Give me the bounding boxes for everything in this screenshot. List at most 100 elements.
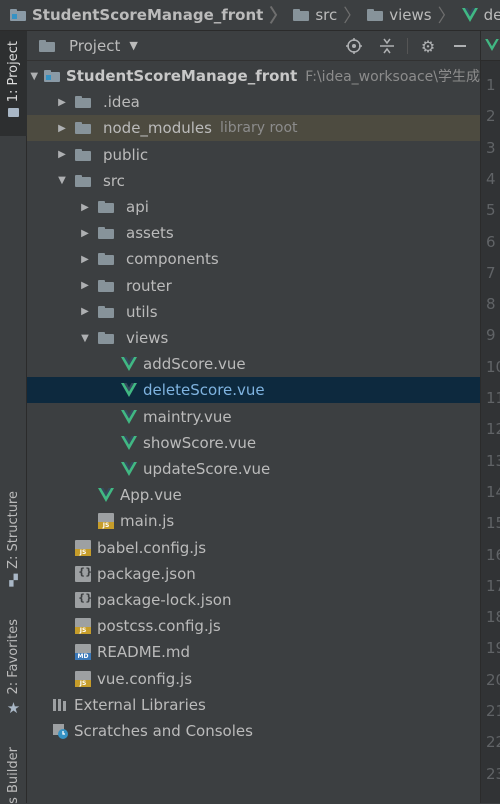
tree-row[interactable]: App.vue: [27, 482, 480, 508]
tree-row[interactable]: External Libraries: [27, 692, 480, 718]
tree-row[interactable]: package-lock.json: [27, 587, 480, 613]
tool-tab-structure[interactable]: Z: Structure ▞: [0, 491, 27, 587]
tree-row[interactable]: ▼ src: [27, 168, 480, 194]
tree-row[interactable]: maintry.vue: [27, 404, 480, 430]
tree-row[interactable]: ▶ components: [27, 246, 480, 272]
tree-row[interactable]: deleteScore.vue: [27, 377, 480, 404]
tree-row[interactable]: ▶ utils: [27, 299, 480, 325]
tree-row[interactable]: ▶ public: [27, 142, 480, 168]
tree-row[interactable]: JS main.js: [27, 508, 480, 534]
external-libraries-icon: [52, 697, 68, 713]
collapsed-arrow-icon[interactable]: ▶: [78, 254, 92, 265]
tool-tab-label: Z: Structure: [6, 491, 21, 569]
tree-row[interactable]: JS babel.config.js: [27, 535, 480, 561]
chevron-right-icon: 〉: [343, 6, 362, 27]
js-file-icon: JS: [75, 539, 91, 556]
breadcrumb-label: views: [389, 6, 432, 24]
line-number: 10: [486, 357, 500, 376]
tree-item-label: assets: [126, 224, 174, 243]
panel-title: Project: [69, 36, 121, 55]
tree-row[interactable]: addScore.vue: [27, 351, 480, 377]
breadcrumb-label: StudentScoreManage_front: [32, 6, 264, 24]
tree-row[interactable]: JS postcss.config.js: [27, 613, 480, 639]
collapsed-arrow-icon[interactable]: ▶: [78, 306, 92, 317]
line-number: 11: [486, 389, 500, 407]
tree-row[interactable]: ▶ router: [27, 273, 480, 299]
tree-row[interactable]: MD README.md: [27, 639, 480, 665]
md-file-icon: MD: [75, 644, 91, 661]
tree-row[interactable]: ▶ node_modules library root: [27, 115, 480, 142]
json-file-icon: [75, 565, 92, 582]
tree-item-label: updateScore.vue: [143, 460, 271, 478]
line-number: 4: [486, 169, 496, 188]
tree-item-label: maintry.vue: [143, 407, 232, 426]
collapsed-arrow-icon[interactable]: ▶: [78, 228, 92, 239]
tree-row[interactable]: JS vue.config.js: [27, 666, 480, 692]
line-number: 23: [486, 764, 500, 783]
expanded-arrow-icon[interactable]: ▼: [30, 71, 38, 82]
chevron-right-icon: 〉: [437, 6, 456, 27]
breadcrumb-item-src[interactable]: src 〉: [293, 2, 367, 28]
collapsed-arrow-icon[interactable]: ▶: [78, 202, 92, 213]
expanded-arrow-icon[interactable]: ▼: [78, 333, 92, 344]
breadcrumb-label: src: [315, 6, 338, 24]
expanded-arrow-icon[interactable]: ▼: [55, 175, 69, 186]
tree-item-label: showScore.vue: [143, 433, 257, 452]
tree-item-label: vue.config.js: [97, 669, 193, 688]
tree-item-label: package.json: [97, 564, 196, 583]
gear-icon[interactable]: ⚙: [418, 36, 438, 56]
left-tool-window-strip: 1: Project Z: Structure ▞ 2: Favorites ★…: [0, 31, 27, 804]
tree-item-label: deleteScore.vue: [143, 381, 265, 400]
editor-gutter: 1234567891011121314151617181920212223: [480, 31, 500, 803]
tree-item-label: .idea: [103, 93, 140, 112]
tree-row[interactable]: showScore.vue: [27, 430, 480, 456]
project-panel-header: Project ▼ ⚙: [27, 31, 480, 61]
tree-item-label: components: [126, 250, 219, 269]
project-tree: ▼ StudentScoreManage_front F:\idea_worksoa…: [27, 61, 480, 803]
tree-item-label: router: [126, 276, 172, 295]
breadcrumb-item-views[interactable]: views 〉: [367, 2, 461, 28]
line-number: 19: [486, 639, 500, 658]
tree-item-label: addScore.vue: [143, 355, 246, 374]
tree-row[interactable]: updateScore.vue: [27, 456, 480, 482]
folder-icon: [367, 9, 384, 21]
collapsed-arrow-icon[interactable]: ▶: [78, 280, 92, 291]
tool-tab-favorites[interactable]: 2: Favorites ★: [0, 619, 27, 717]
tool-tab-label: 2: Favorites: [6, 619, 21, 695]
view-selector[interactable]: Project ▼: [39, 37, 138, 55]
tree-item-label: src: [103, 171, 125, 190]
folder-icon: [39, 39, 55, 52]
vue-icon: [121, 435, 137, 450]
tree-item-label: Scratches and Consoles: [74, 722, 253, 740]
project-window-icon: [8, 108, 19, 118]
tree-row[interactable]: ▶ api: [27, 194, 480, 220]
line-number: 9: [486, 326, 496, 345]
breadcrumb-label: deleteScore: [483, 6, 500, 24]
tree-row[interactable]: Scratches and Consoles: [27, 718, 480, 744]
crosshair-icon[interactable]: [344, 36, 364, 56]
folder-icon: [98, 227, 114, 240]
tool-tab-label: 1: Project: [6, 41, 21, 103]
editor-tab[interactable]: [481, 31, 500, 61]
collapsed-arrow-icon[interactable]: ▶: [55, 97, 69, 108]
collapsed-arrow-icon[interactable]: ▶: [55, 149, 69, 160]
tree-row[interactable]: ▶ assets: [27, 220, 480, 246]
tree-row[interactable]: ▼ views: [27, 325, 480, 351]
line-number: 13: [486, 451, 500, 470]
tree-row[interactable]: ▼ StudentScoreManage_front F:\idea_worksoa…: [27, 63, 480, 89]
line-number: 6: [486, 232, 496, 251]
collapsed-arrow-icon[interactable]: ▶: [55, 123, 69, 134]
folder-icon: [98, 305, 114, 318]
collapse-all-icon[interactable]: [377, 36, 397, 56]
minimize-icon[interactable]: [450, 36, 470, 56]
tree-row[interactable]: package.json: [27, 561, 480, 587]
tool-tab-project[interactable]: 1: Project: [0, 31, 27, 136]
folder-icon: [75, 96, 91, 109]
breadcrumb-item-project[interactable]: StudentScoreManage_front 〉: [10, 2, 293, 28]
folder-icon: [98, 201, 114, 213]
tree-row[interactable]: ▶ .idea: [27, 89, 480, 115]
chevron-right-icon: 〉: [269, 6, 288, 27]
breadcrumb-item-file[interactable]: deleteScore: [461, 6, 500, 24]
tree-item-label: babel.config.js: [97, 538, 207, 557]
tool-tab-builder[interactable]: s Builder: [0, 747, 27, 804]
